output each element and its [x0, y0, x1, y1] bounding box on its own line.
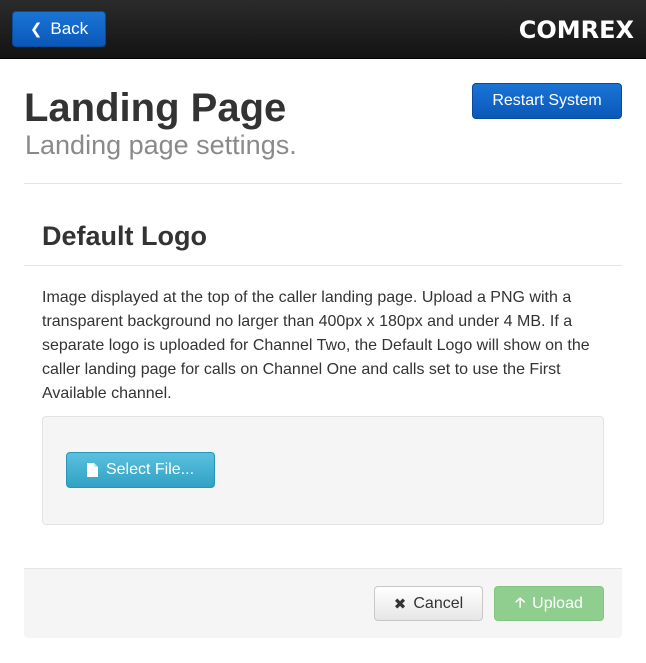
chevron-left-icon: ❮ — [29, 20, 43, 38]
back-button[interactable]: ❮ Back — [12, 11, 106, 47]
page-subtitle: Landing page settings. — [25, 130, 297, 160]
section-divider — [24, 265, 622, 266]
cancel-label: Cancel — [413, 594, 464, 612]
section-title: Default Logo — [42, 221, 207, 251]
arrow-up-icon: 🡡 — [515, 594, 526, 611]
top-navbar: ❮ Back COMREX — [0, 0, 646, 59]
back-button-label: Back — [50, 19, 89, 38]
upload-button[interactable]: 🡡 Upload — [494, 586, 604, 621]
header-divider — [24, 183, 622, 184]
close-icon: ✖ — [393, 594, 407, 613]
restart-system-button[interactable]: Restart System — [472, 83, 622, 119]
file-icon — [86, 463, 98, 477]
select-file-button[interactable]: Select File... — [66, 452, 215, 488]
comrex-logo: COMREX — [518, 16, 634, 44]
cancel-button[interactable]: ✖ Cancel — [374, 586, 483, 621]
page-title: Landing Page — [24, 86, 287, 130]
select-file-label: Select File... — [105, 461, 195, 478]
section-description: Image displayed at the top of the caller… — [42, 289, 590, 402]
upload-label: Upload — [532, 594, 583, 612]
